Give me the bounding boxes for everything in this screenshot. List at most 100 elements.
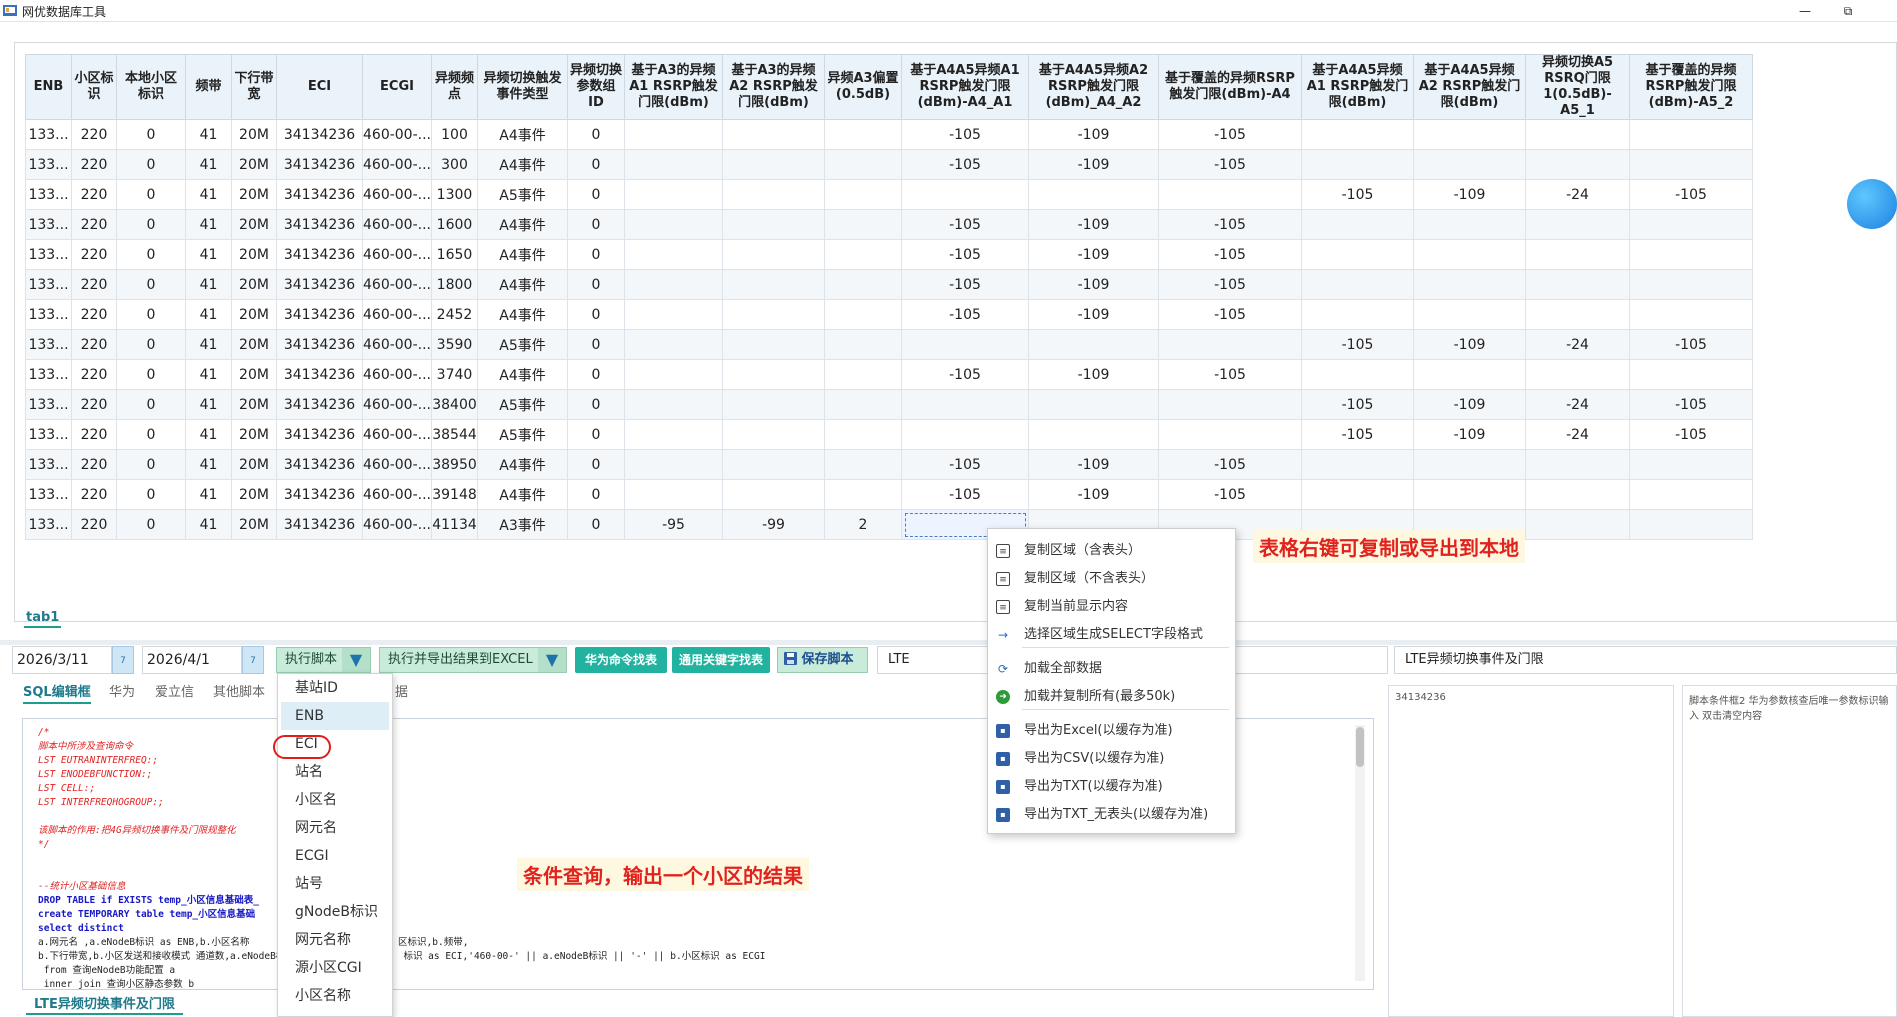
grid-header-cell[interactable]: 基于A4A5异频A1 RSRP触发门限(dBm)-A4_A1 xyxy=(901,54,1029,120)
table-cell[interactable] xyxy=(722,389,825,420)
table-cell[interactable]: 34134236 xyxy=(276,209,363,240)
tab-tab1[interactable]: tab1 xyxy=(24,610,62,628)
grid-header-cell[interactable]: 基于A4A5异频A2 RSRP触发门限(dBm)_A4_A2 xyxy=(1028,54,1159,120)
table-cell[interactable] xyxy=(1301,269,1414,300)
table-cell[interactable]: A5事件 xyxy=(477,179,568,210)
context-menu-item[interactable]: ≡ 复制当前显示内容 xyxy=(988,595,1235,619)
table-cell[interactable]: 220 xyxy=(71,239,117,270)
result-grid[interactable]: ENB 小区标识 本地小区标识 频带 下行带宽 ECI ECGI 异频频点 异频切换触发事件类型… xyxy=(25,54,1753,540)
table-row[interactable]: 133... 220 0 41 20M 34134236 460-00-... 38400 A5… xyxy=(25,389,1753,420)
table-cell[interactable]: 0 xyxy=(116,359,186,390)
table-cell[interactable]: 220 xyxy=(71,119,117,150)
context-menu-item[interactable]: ▪ 导出为TXT(以缓存为准) xyxy=(988,775,1235,799)
table-cell[interactable] xyxy=(624,299,723,330)
table-row[interactable]: 133... 220 0 41 20M 34134236 460-00-... 1300 A5事… xyxy=(25,179,1753,210)
dropdown-item[interactable]: ECGI xyxy=(281,842,389,870)
grid-context-menu[interactable]: ≡ 复制区域（含表头） ≡ 复制区域（不含表头） ≡ 复制当前显示内容 → 选择区域生成SEL… xyxy=(987,528,1236,834)
table-cell[interactable]: A5事件 xyxy=(477,389,568,420)
grid-header-cell[interactable]: 基于A4A5异频A1 RSRP触发门限(dBm) xyxy=(1301,54,1414,120)
table-cell[interactable]: A5事件 xyxy=(477,329,568,360)
table-cell[interactable]: 34134236 xyxy=(276,149,363,180)
table-cell[interactable]: A4事件 xyxy=(477,119,568,150)
table-cell[interactable] xyxy=(824,209,902,240)
table-cell[interactable] xyxy=(1629,479,1753,510)
date-to-input[interactable]: 2026/4/1 xyxy=(142,646,242,674)
table-cell[interactable]: 220 xyxy=(71,149,117,180)
floating-assistant-ball[interactable] xyxy=(1847,179,1897,229)
dropdown-item[interactable]: ENB xyxy=(281,702,389,730)
minimize-button[interactable]: — xyxy=(1790,2,1820,20)
table-cell[interactable]: -105 xyxy=(1158,299,1302,330)
huawei-command-find-button[interactable]: 华为命令找表 xyxy=(575,647,667,673)
table-cell[interactable] xyxy=(1629,449,1753,480)
table-cell[interactable] xyxy=(1158,419,1302,450)
table-row[interactable]: 133... 220 0 41 20M 34134236 460-00-... 38950 A4… xyxy=(25,449,1753,480)
table-cell[interactable]: 41 xyxy=(185,329,232,360)
context-menu-item[interactable]: ▪ 导出为CSV(以缓存为准) xyxy=(988,747,1235,771)
table-cell[interactable]: 41 xyxy=(185,299,232,330)
table-cell[interactable]: 133... xyxy=(25,389,72,420)
table-cell[interactable] xyxy=(1028,389,1159,420)
tab-partial[interactable]: 据 xyxy=(395,681,408,700)
table-cell[interactable]: 0 xyxy=(116,389,186,420)
table-cell[interactable]: 460-00-... xyxy=(362,449,432,480)
table-cell[interactable]: -105 xyxy=(1301,179,1414,210)
grid-header-cell[interactable]: 基于A4A5异频A2 RSRP触发门限(dBm) xyxy=(1413,54,1526,120)
table-cell[interactable] xyxy=(1413,299,1526,330)
table-cell[interactable]: -105 xyxy=(1158,449,1302,480)
table-cell[interactable]: -105 xyxy=(1158,359,1302,390)
table-cell[interactable]: 41 xyxy=(185,239,232,270)
table-cell[interactable]: -105 xyxy=(1629,329,1753,360)
table-cell[interactable]: -109 xyxy=(1028,299,1159,330)
table-row[interactable]: 133... 220 0 41 20M 34134236 460-00-... 100 A4事件… xyxy=(25,119,1753,150)
table-cell[interactable]: 34134236 xyxy=(276,329,363,360)
table-cell[interactable] xyxy=(624,479,723,510)
table-cell[interactable]: 460-00-... xyxy=(362,209,432,240)
table-cell[interactable]: 0 xyxy=(116,479,186,510)
table-cell[interactable]: 220 xyxy=(71,329,117,360)
table-cell[interactable]: -105 xyxy=(901,119,1029,150)
tab-huawei[interactable]: 华为 xyxy=(109,681,135,700)
table-cell[interactable]: 220 xyxy=(71,269,117,300)
table-cell[interactable]: 1600 xyxy=(431,209,478,240)
table-cell[interactable] xyxy=(824,329,902,360)
table-cell[interactable] xyxy=(1301,479,1414,510)
table-cell[interactable]: A4事件 xyxy=(477,299,568,330)
table-cell[interactable] xyxy=(1525,299,1630,330)
table-cell[interactable]: 0 xyxy=(116,239,186,270)
table-cell[interactable] xyxy=(1301,119,1414,150)
table-cell[interactable] xyxy=(722,239,825,270)
table-cell[interactable]: 133... xyxy=(25,419,72,450)
table-cell[interactable] xyxy=(901,389,1029,420)
table-cell[interactable]: 0 xyxy=(567,119,625,150)
table-cell[interactable]: 460-00-... xyxy=(362,119,432,150)
table-cell[interactable]: 220 xyxy=(71,179,117,210)
table-cell[interactable] xyxy=(824,299,902,330)
table-cell[interactable]: 38400 xyxy=(431,389,478,420)
table-cell[interactable]: 41 xyxy=(185,179,232,210)
table-row[interactable]: 133... 220 0 41 20M 34134236 460-00-... 300 A4事件… xyxy=(25,149,1753,180)
table-cell[interactable]: 20M xyxy=(231,479,277,510)
table-cell[interactable]: -105 xyxy=(901,449,1029,480)
table-cell[interactable]: 460-00-... xyxy=(362,269,432,300)
table-cell[interactable] xyxy=(722,359,825,390)
table-cell[interactable]: 20M xyxy=(231,179,277,210)
dropdown-item[interactable]: 小区名 xyxy=(281,786,389,814)
dropdown-item[interactable]: 网元名称 xyxy=(281,926,389,954)
script-name-input[interactable]: LTE异频切换事件及门限 xyxy=(1394,646,1897,674)
table-cell[interactable]: 41 xyxy=(185,149,232,180)
table-cell[interactable]: 41 xyxy=(185,479,232,510)
table-cell[interactable] xyxy=(1158,179,1302,210)
table-cell[interactable]: -105 xyxy=(901,149,1029,180)
table-cell[interactable]: 20M xyxy=(231,509,277,540)
table-cell[interactable]: 133... xyxy=(25,359,72,390)
dropdown-item[interactable]: gNodeB标识 xyxy=(281,898,389,926)
table-cell[interactable] xyxy=(722,119,825,150)
table-cell[interactable] xyxy=(1413,209,1526,240)
keyword-find-button[interactable]: 通用关键字找表 xyxy=(672,647,770,673)
table-cell[interactable] xyxy=(1525,509,1630,540)
table-cell[interactable]: 0 xyxy=(116,119,186,150)
table-cell[interactable]: 0 xyxy=(116,179,186,210)
table-cell[interactable]: -24 xyxy=(1525,419,1630,450)
table-cell[interactable]: -105 xyxy=(901,269,1029,300)
